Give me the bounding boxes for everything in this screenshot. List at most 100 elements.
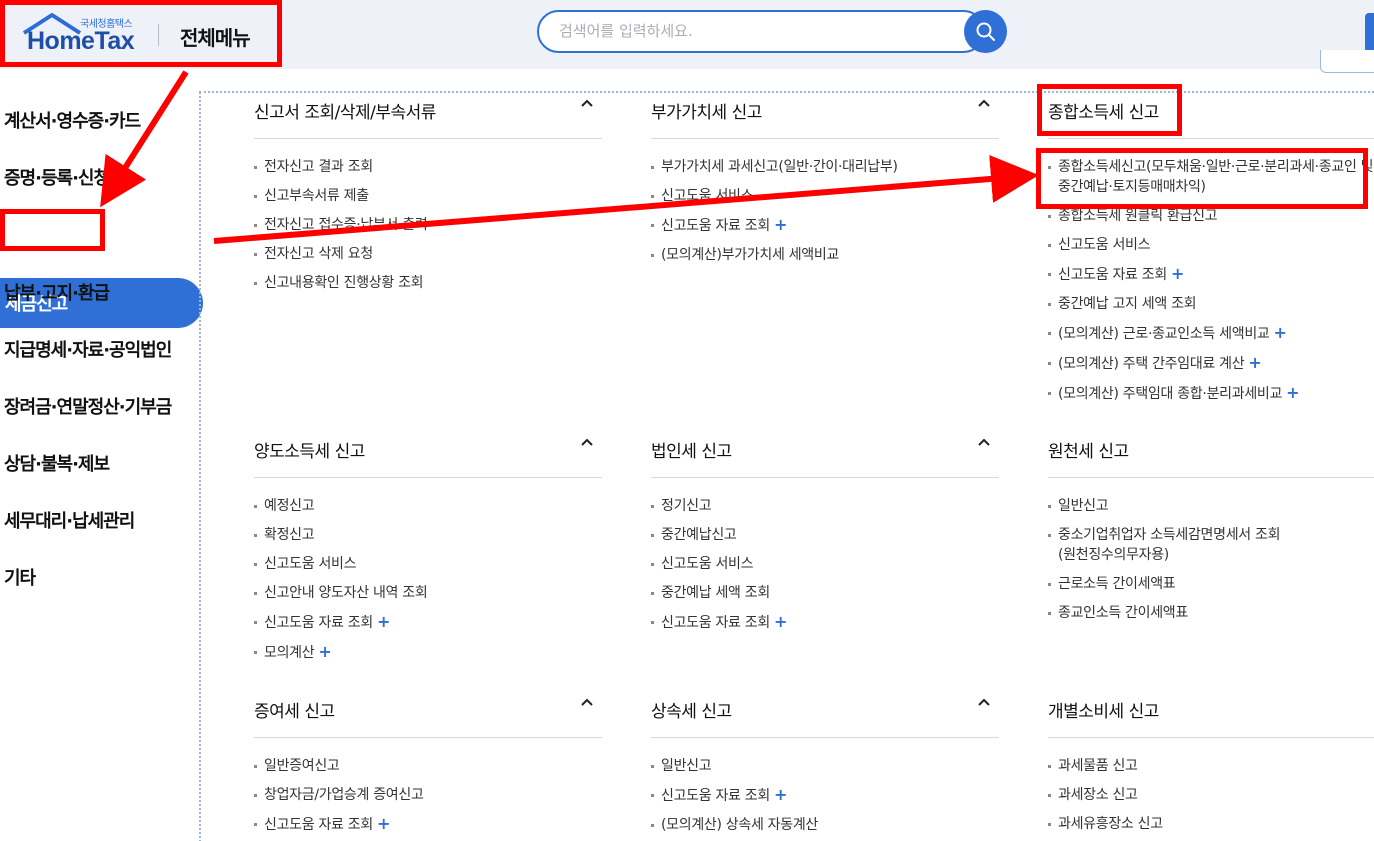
- search-input[interactable]: [559, 22, 939, 40]
- menu-link[interactable]: (모의계산)부가가치세 세액비교: [651, 245, 999, 265]
- section-title[interactable]: 상속세 신고: [651, 697, 732, 722]
- expand-plus-icon[interactable]: +: [377, 814, 390, 833]
- section-excise-tax: 개별소비세 신고 과세물품 신고 과세장소 신고 과세유흥장소 신고: [1048, 691, 1374, 841]
- section-title[interactable]: 부가가치세 신고: [651, 98, 762, 123]
- menu-link[interactable]: 신고도움 자료 조회 +: [254, 612, 602, 633]
- page-title: 전체메뉴: [180, 26, 251, 50]
- menu-link[interactable]: 부가가치세 과세신고(일반·간이·대리납부): [651, 157, 999, 177]
- menu-link[interactable]: 예정신고: [254, 496, 602, 516]
- chevron-up-icon[interactable]: [580, 98, 594, 108]
- sidebar-item-statement[interactable]: 지급명세·자료·공익법인: [4, 336, 172, 362]
- menu-link[interactable]: 종합소득세 원클릭 환급신고: [1048, 206, 1374, 226]
- expand-plus-icon[interactable]: +: [318, 642, 331, 661]
- section-withholding-tax: 원천세 신고 일반신고 중소기업취업자 소득세감면명세서 조회 (원천징수의무자…: [1048, 431, 1374, 632]
- section-title[interactable]: 원천세 신고: [1048, 437, 1129, 462]
- expand-plus-icon[interactable]: +: [774, 215, 787, 234]
- section-title[interactable]: 법인세 신고: [651, 437, 732, 462]
- menu-link[interactable]: 중간예납신고: [651, 525, 999, 545]
- section-report-inquiry: 신고서 조회/삭제/부속서류 전자신고 결과 조회 신고부속서류 제출 전자신고…: [254, 92, 602, 302]
- sidebar-item-agent[interactable]: 세무대리·납세관리: [4, 507, 135, 533]
- menu-link[interactable]: 일반증여신고: [254, 756, 602, 776]
- menu-link[interactable]: 신고도움 자료 조회 +: [254, 814, 602, 835]
- section-title[interactable]: 개별소비세 신고: [1048, 697, 1159, 722]
- sidebar-item-certificate[interactable]: 증명·등록·신청: [4, 164, 110, 190]
- sidebar-item-etc[interactable]: 기타: [4, 564, 36, 590]
- menu-link[interactable]: 과세유흥장소 신고: [1048, 814, 1374, 834]
- menu-link[interactable]: 과세물품 신고: [1048, 756, 1374, 776]
- menu-link[interactable]: 확정신고: [254, 525, 602, 545]
- chevron-up-icon[interactable]: [580, 697, 594, 707]
- menu-link[interactable]: 신고도움 자료 조회 +: [651, 785, 999, 806]
- menu-link[interactable]: 일반신고: [1048, 496, 1374, 516]
- menu-link[interactable]: 신고도움 서비스: [651, 186, 999, 206]
- menu-link[interactable]: 신고도움 자료 조회 +: [1048, 264, 1374, 285]
- menu-link[interactable]: 과세장소 신고: [1048, 785, 1374, 805]
- menu-link[interactable]: 신고안내 양도자산 내역 조회: [254, 583, 602, 603]
- expand-plus-icon[interactable]: +: [774, 612, 787, 631]
- header: 국세청홈택스 HomeTax 전체메뉴: [0, 0, 1374, 69]
- section-inheritance-tax: 상속세 신고 일반신고 신고도움 자료 조회 + (모의계산) 상속세 자동계산: [651, 691, 999, 841]
- section-vat: 부가가치세 신고 부가가치세 과세신고(일반·간이·대리납부) 신고도움 서비스…: [651, 92, 999, 274]
- hometax-logo[interactable]: 국세청홈택스 HomeTax: [17, 13, 147, 55]
- menu-link[interactable]: 전자신고 삭제 요청: [254, 244, 602, 264]
- menu-link[interactable]: 신고도움 서비스: [651, 554, 999, 574]
- sidebar-item-invoice[interactable]: 계산서·영수증·카드: [4, 107, 141, 133]
- menu-link[interactable]: 종교인소득 간이세액표: [1048, 603, 1374, 623]
- sidebar-item-payment[interactable]: 납부·고지·환급: [4, 279, 110, 305]
- menu-link[interactable]: 전자신고 접수증·납부서 출력: [254, 215, 602, 235]
- menu-link[interactable]: 근로소득 간이세액표: [1048, 574, 1374, 594]
- menu-link[interactable]: 정기신고: [651, 496, 999, 516]
- menu-link[interactable]: (모의계산) 상속세 자동계산: [651, 815, 999, 835]
- section-title[interactable]: 증여세 신고: [254, 697, 335, 722]
- menu-link[interactable]: 종합소득세신고(모두채움·일반·근로·분리과세·종교인 및 중간예납·토지등매매…: [1048, 157, 1374, 197]
- chevron-up-icon[interactable]: [580, 437, 594, 447]
- header-sub-button[interactable]: [1320, 50, 1374, 73]
- menu-link[interactable]: (모의계산) 주택임대 종합·분리과세비교 +: [1048, 383, 1374, 404]
- menu-link-label: 신고도움 자료 조회: [1058, 267, 1167, 283]
- expand-plus-icon[interactable]: +: [1171, 264, 1184, 283]
- expand-plus-icon[interactable]: +: [1248, 353, 1261, 372]
- chevron-up-icon[interactable]: [977, 98, 991, 108]
- menu-link[interactable]: 신고도움 자료 조회 +: [651, 612, 999, 633]
- search-box[interactable]: [537, 10, 985, 53]
- menu-link[interactable]: 신고부속서류 제출: [254, 186, 602, 206]
- sidebar-item-consult[interactable]: 상담·불복·제보: [4, 450, 110, 476]
- search-icon: [976, 22, 995, 41]
- divider: [199, 92, 201, 841]
- menu-link-label: (모의계산) 근로·종교인소득 세액비교: [1058, 326, 1270, 342]
- logo-area: 국세청홈택스 HomeTax 전체메뉴: [0, 0, 282, 67]
- menu-link-label: 신고도움 자료 조회: [661, 788, 770, 804]
- expand-plus-icon[interactable]: +: [774, 785, 787, 804]
- section-title[interactable]: 양도소득세 신고: [254, 437, 365, 462]
- menu-link-label: 모의계산: [264, 645, 315, 661]
- menu-link[interactable]: 모의계산 +: [254, 642, 602, 663]
- header-action-button[interactable]: [1365, 13, 1374, 53]
- menu-link[interactable]: 신고내용확인 진행상황 조회: [254, 273, 602, 293]
- menu-link[interactable]: 신고도움 서비스: [1048, 235, 1374, 255]
- expand-plus-icon[interactable]: +: [1273, 323, 1286, 342]
- section-title[interactable]: 종합소득세 신고: [1048, 98, 1159, 123]
- menu-link[interactable]: 중소기업취업자 소득세감면명세서 조회 (원천징수의무자용): [1048, 525, 1298, 565]
- search-button[interactable]: [964, 10, 1007, 53]
- menu-link[interactable]: 중간예납 세액 조회: [651, 583, 999, 603]
- menu-link[interactable]: 신고도움 서비스: [254, 554, 602, 574]
- menu-link[interactable]: (모의계산) 근로·종교인소득 세액비교 +: [1048, 323, 1374, 344]
- menu-link[interactable]: 신고도움 자료 조회 +: [651, 215, 999, 236]
- menu-link[interactable]: 전자신고 결과 조회: [254, 157, 602, 177]
- logo-text: HomeTax: [27, 27, 135, 55]
- menu-link[interactable]: 일반신고: [651, 756, 999, 776]
- menu-link[interactable]: 창업자금/가업승계 증여신고: [254, 785, 602, 805]
- expand-plus-icon[interactable]: +: [1286, 383, 1299, 402]
- menu-link-label: 신고도움 자료 조회: [661, 615, 770, 631]
- menu-link-label: 신고도움 자료 조회: [661, 218, 770, 234]
- section-capital-gains: 양도소득세 신고 예정신고 확정신고 신고도움 서비스 신고안내 양도자산 내역…: [254, 431, 602, 672]
- highlight-box: [0, 209, 105, 251]
- menu-link[interactable]: 중간예납 고지 세액 조회: [1048, 294, 1374, 314]
- section-corporate-tax: 법인세 신고 정기신고 중간예납신고 신고도움 서비스 중간예납 세액 조회 신…: [651, 431, 999, 642]
- sidebar-item-incentive[interactable]: 장려금·연말정산·기부금: [4, 393, 172, 419]
- expand-plus-icon[interactable]: +: [377, 612, 390, 631]
- section-title[interactable]: 신고서 조회/삭제/부속서류: [254, 98, 436, 123]
- chevron-up-icon[interactable]: [977, 697, 991, 707]
- chevron-up-icon[interactable]: [977, 437, 991, 447]
- menu-link[interactable]: (모의계산) 주택 간주임대료 계산 +: [1048, 353, 1374, 374]
